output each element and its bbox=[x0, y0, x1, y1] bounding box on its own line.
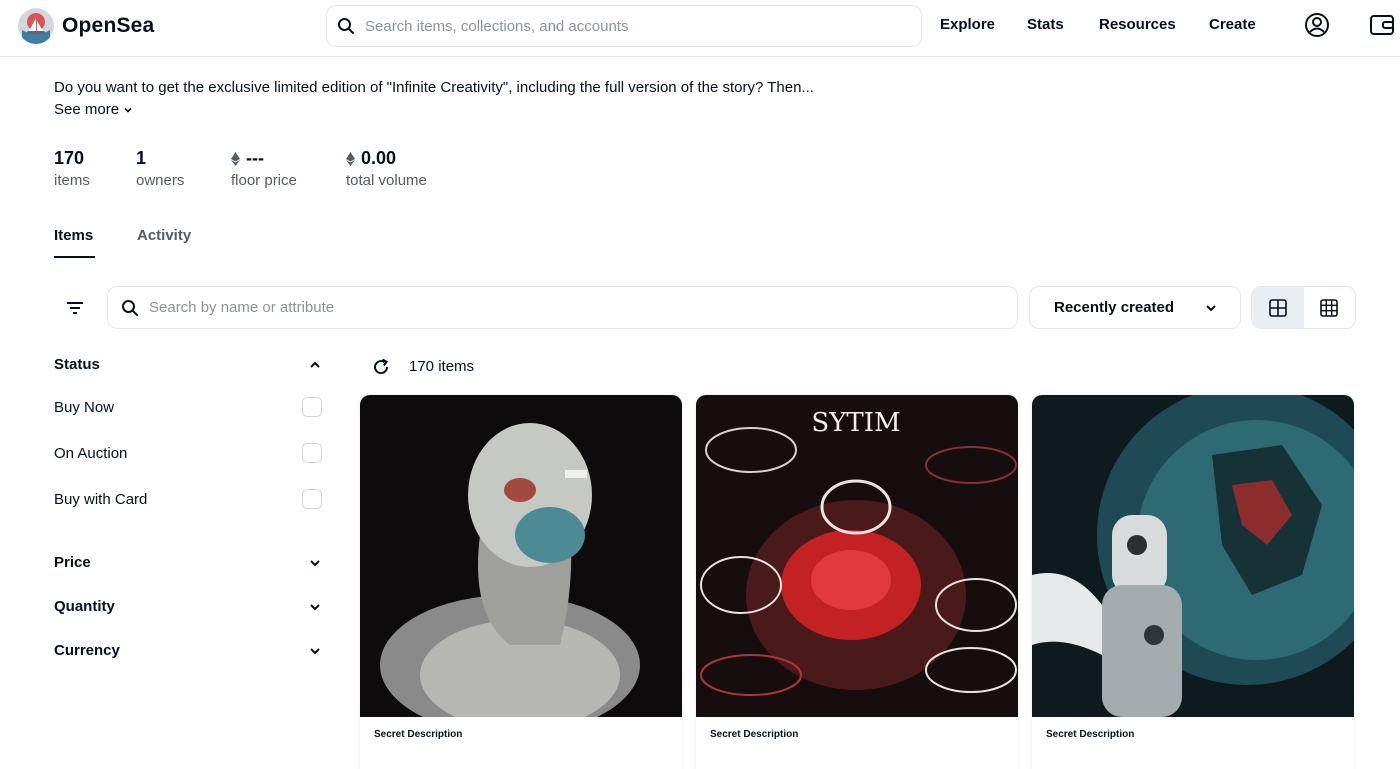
filter-section-price-label: Price bbox=[54, 554, 91, 571]
chevron-down-icon bbox=[310, 603, 320, 610]
small-grid-view-button[interactable] bbox=[1304, 287, 1356, 328]
tab-activity[interactable]: Activity bbox=[137, 227, 191, 244]
nav-create[interactable]: Create bbox=[1209, 16, 1256, 33]
nft-image: SYTIM bbox=[696, 395, 1018, 717]
tab-items[interactable]: Items bbox=[54, 227, 96, 258]
stat-floor-price-value: --- bbox=[246, 148, 264, 168]
stat-items-label: items bbox=[54, 172, 90, 189]
account-icon[interactable] bbox=[1304, 12, 1330, 38]
on-auction-checkbox[interactable] bbox=[302, 443, 322, 463]
nft-card-title: Secret Description bbox=[1046, 729, 1135, 740]
filter-section-quantity-label: Quantity bbox=[54, 598, 115, 615]
filter-section-price[interactable]: Price bbox=[54, 554, 322, 571]
see-more-link[interactable]: See more bbox=[54, 101, 133, 118]
nft-card-title: Secret Description bbox=[710, 729, 799, 740]
view-toggle bbox=[1251, 286, 1356, 329]
filter-section-currency-label: Currency bbox=[54, 642, 120, 659]
stat-floor-price: --- floor price bbox=[231, 148, 297, 189]
see-more-label: See more bbox=[54, 101, 120, 118]
stat-owners: 1 owners bbox=[136, 148, 184, 189]
stat-total-volume-label: total volume bbox=[346, 172, 427, 189]
status-option-label: Buy with Card bbox=[54, 490, 148, 508]
large-grid-view-button[interactable] bbox=[1252, 287, 1304, 328]
nft-card[interactable]: SYTIM Secret Description bbox=[696, 395, 1018, 769]
nav-explore[interactable]: Explore bbox=[940, 16, 995, 33]
stat-owners-value: 1 bbox=[136, 148, 147, 168]
nft-art-text: SYTIM bbox=[811, 408, 900, 438]
nft-image bbox=[360, 395, 682, 717]
stat-total-volume-value: 0.00 bbox=[361, 148, 397, 168]
filter-section-status-label: Status bbox=[54, 356, 100, 373]
chevron-up-icon bbox=[310, 361, 320, 368]
collection-description: Do you want to get the exclusive limited… bbox=[54, 79, 814, 96]
item-search-input[interactable] bbox=[149, 299, 989, 316]
refresh-icon[interactable] bbox=[371, 357, 391, 377]
nft-card[interactable]: Secret Description bbox=[1032, 395, 1354, 769]
status-option-on-auction: On Auction bbox=[54, 443, 322, 463]
opensea-logo[interactable]: OpenSea bbox=[18, 8, 154, 44]
status-option-label: On Auction bbox=[54, 444, 128, 462]
filter-section-status[interactable]: Status bbox=[54, 356, 322, 373]
chevron-down-icon bbox=[310, 559, 320, 566]
status-option-buy-now: Buy Now bbox=[54, 397, 322, 417]
nft-card[interactable]: Secret Description bbox=[360, 395, 682, 769]
search-icon bbox=[122, 299, 138, 316]
filter-section-currency[interactable]: Currency bbox=[54, 642, 322, 659]
top-navbar: OpenSea Explore Stats Resources Create bbox=[0, 0, 1400, 57]
stat-items: 170 items bbox=[54, 148, 90, 189]
filter-icon bbox=[67, 302, 83, 314]
status-option-label: Buy Now bbox=[54, 398, 115, 416]
global-search-box[interactable] bbox=[326, 5, 922, 47]
wallet-icon[interactable] bbox=[1369, 12, 1395, 38]
sort-dropdown-label: Recently created bbox=[1054, 299, 1175, 316]
status-option-buy-with-card: Buy with Card bbox=[54, 489, 322, 509]
small-grid-icon bbox=[1320, 298, 1339, 317]
brand-name: OpenSea bbox=[62, 14, 155, 37]
buy-with-card-checkbox[interactable] bbox=[302, 489, 322, 509]
search-icon bbox=[338, 18, 354, 34]
stat-owners-label: owners bbox=[136, 172, 185, 189]
large-grid-icon bbox=[1268, 298, 1287, 317]
logo-badge-icon bbox=[18, 8, 54, 44]
global-search-input[interactable] bbox=[365, 17, 885, 35]
buy-now-checkbox[interactable] bbox=[302, 397, 322, 417]
item-search-box[interactable] bbox=[107, 286, 1018, 329]
eth-icon bbox=[346, 151, 355, 166]
filter-toggle-button[interactable] bbox=[60, 293, 90, 323]
nft-card-title: Secret Description bbox=[374, 729, 463, 740]
result-count: 170 items bbox=[409, 358, 475, 375]
stat-floor-price-label: floor price bbox=[231, 172, 297, 189]
filter-section-quantity[interactable]: Quantity bbox=[54, 598, 322, 615]
nft-image bbox=[1032, 395, 1354, 717]
eth-icon bbox=[231, 151, 240, 166]
chevron-down-icon bbox=[1206, 305, 1216, 312]
stat-total-volume: 0.00 total volume bbox=[346, 148, 427, 189]
stat-items-value: 170 bbox=[54, 148, 85, 168]
chevron-down-icon bbox=[124, 107, 132, 113]
chevron-down-icon bbox=[310, 647, 320, 654]
nav-resources[interactable]: Resources bbox=[1099, 16, 1176, 33]
sort-dropdown[interactable]: Recently created bbox=[1029, 286, 1241, 329]
nav-stats[interactable]: Stats bbox=[1027, 16, 1064, 33]
